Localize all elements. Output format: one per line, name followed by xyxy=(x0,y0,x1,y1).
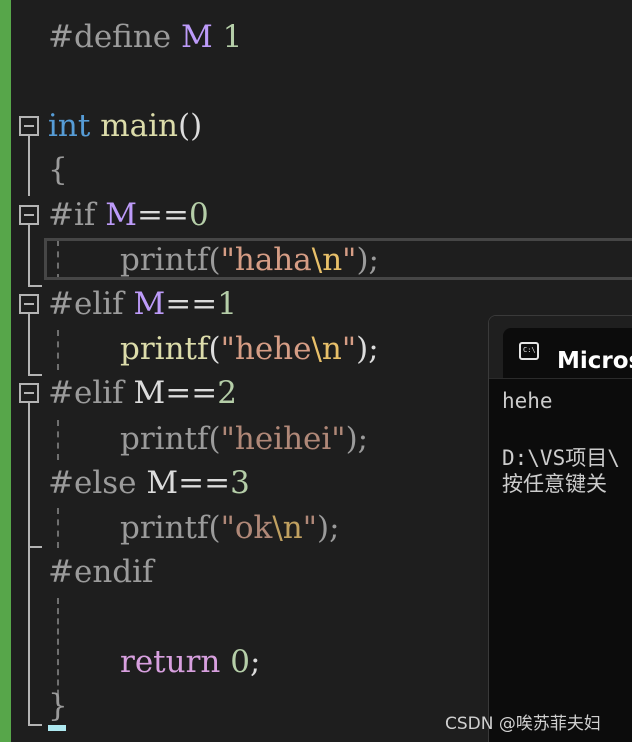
code-line-endif[interactable]: #endif xyxy=(48,551,154,593)
code-line-print-heihei[interactable]: printf("heihei"); xyxy=(120,418,368,460)
collapse-if-icon[interactable] xyxy=(19,205,39,225)
fold-guide-end xyxy=(28,285,42,287)
text-cursor xyxy=(48,725,66,731)
macro-name: M xyxy=(181,19,213,55)
macro-ref: M xyxy=(146,465,179,501)
code-line-close-brace[interactable]: } xyxy=(48,685,68,727)
func-call: printf xyxy=(120,242,209,278)
return-keyword: return xyxy=(120,644,221,680)
string-close: " xyxy=(341,331,357,367)
terminal-icon xyxy=(519,342,539,360)
operator: == xyxy=(136,197,189,233)
console-tab[interactable]: Microsoft Visual Studio 调试控制台 xyxy=(503,328,632,378)
indent-guide xyxy=(57,420,59,460)
code-line-main[interactable]: int main() xyxy=(48,105,202,147)
screen: #define M 1 int main() { #if M==0 printf… xyxy=(0,0,632,742)
string-close: " xyxy=(342,242,357,278)
paren-close: ); xyxy=(317,510,340,546)
escape-seq: \n xyxy=(311,242,343,278)
macro-ref: M xyxy=(133,286,166,322)
number: 3 xyxy=(230,465,250,501)
open-brace: { xyxy=(48,152,68,188)
operator: == xyxy=(165,375,218,411)
number: 2 xyxy=(217,375,237,411)
paren: ( xyxy=(208,421,221,457)
string-close: " xyxy=(302,510,317,546)
code-line-print-ok[interactable]: printf("ok\n"); xyxy=(120,507,340,549)
console-tab-title: Microsoft Visual Studio 调试控制台 xyxy=(557,348,632,374)
escape-seq: \n xyxy=(272,510,303,546)
if-directive: #if xyxy=(48,197,96,233)
func-call: printf xyxy=(120,421,209,457)
code-line-if[interactable]: #if M==0 xyxy=(48,194,209,236)
else-directive: #else xyxy=(48,465,137,501)
paren-close: ); xyxy=(345,421,369,457)
console-output-line: D:\VS项目\ xyxy=(502,446,620,470)
console-titlebar: Microsoft Visual Studio 调试控制台 xyxy=(489,316,632,379)
fold-guide-line xyxy=(28,403,30,548)
paren-close: ); xyxy=(356,242,379,278)
collapse-elif2-icon[interactable] xyxy=(19,383,39,403)
fold-guide-line xyxy=(28,225,30,287)
func-call: printf xyxy=(120,331,209,367)
macro-ref: M xyxy=(105,197,137,233)
operator: == xyxy=(178,465,231,501)
string-literal: "ok xyxy=(220,510,273,546)
console-output-line: hehe xyxy=(502,389,553,413)
code-line-print-hehe[interactable]: printf("hehe\n"); xyxy=(120,328,379,370)
number: 1 xyxy=(217,286,237,322)
code-line-elif2[interactable]: #elif M==2 xyxy=(48,372,237,414)
console-output-line: 按任意键关 xyxy=(502,472,607,496)
watermark: CSDN @唉苏菲夫妇 xyxy=(445,714,601,734)
elif-directive: #elif xyxy=(48,375,124,411)
paren: ( xyxy=(208,331,221,367)
func-call: printf xyxy=(120,510,209,546)
operator: == xyxy=(165,286,218,322)
macro-value: 1 xyxy=(222,19,243,55)
return-type: int xyxy=(48,108,91,144)
fold-guide-line xyxy=(28,136,30,196)
code-line-define[interactable]: #define M 1 xyxy=(48,16,242,58)
parens: () xyxy=(177,108,203,144)
collapse-main-icon[interactable] xyxy=(19,116,39,136)
string-literal: "hehe xyxy=(220,331,312,367)
fold-guide-end xyxy=(28,546,42,548)
define-directive: #define xyxy=(48,19,172,55)
indent-guide xyxy=(57,508,59,548)
semicolon: ; xyxy=(249,644,261,680)
escape-seq: \n xyxy=(311,331,342,367)
function-name: main xyxy=(100,108,178,144)
paren-close: ); xyxy=(356,331,379,367)
macro-ref: M xyxy=(133,375,166,411)
code-line-return[interactable]: return 0; xyxy=(120,641,260,683)
indent-guide xyxy=(57,330,59,370)
collapse-elif1-icon[interactable] xyxy=(19,294,39,314)
endif-directive: #endif xyxy=(48,554,154,590)
change-indicator-bar xyxy=(0,0,11,742)
fold-guide-end xyxy=(28,724,42,726)
string-literal: "heihei" xyxy=(220,421,346,457)
string-literal: "haha xyxy=(220,242,312,278)
fold-guide-end xyxy=(28,374,42,376)
debug-console-window[interactable]: Microsoft Visual Studio 调试控制台 hehe D:\VS… xyxy=(488,315,632,742)
paren: ( xyxy=(208,510,221,546)
code-line-print-haha[interactable]: printf("haha\n"); xyxy=(120,239,379,281)
elif-directive: #elif xyxy=(48,286,124,322)
code-line-elif1[interactable]: #elif M==1 xyxy=(48,283,237,325)
code-line-else[interactable]: #else M==3 xyxy=(48,462,250,504)
paren: ( xyxy=(208,242,221,278)
code-line-open-brace[interactable]: { xyxy=(48,149,68,191)
fold-guide-line xyxy=(28,548,30,726)
number: 0 xyxy=(188,197,209,233)
number: 0 xyxy=(230,644,250,680)
close-brace: } xyxy=(48,688,68,724)
fold-guide-line xyxy=(28,314,30,376)
